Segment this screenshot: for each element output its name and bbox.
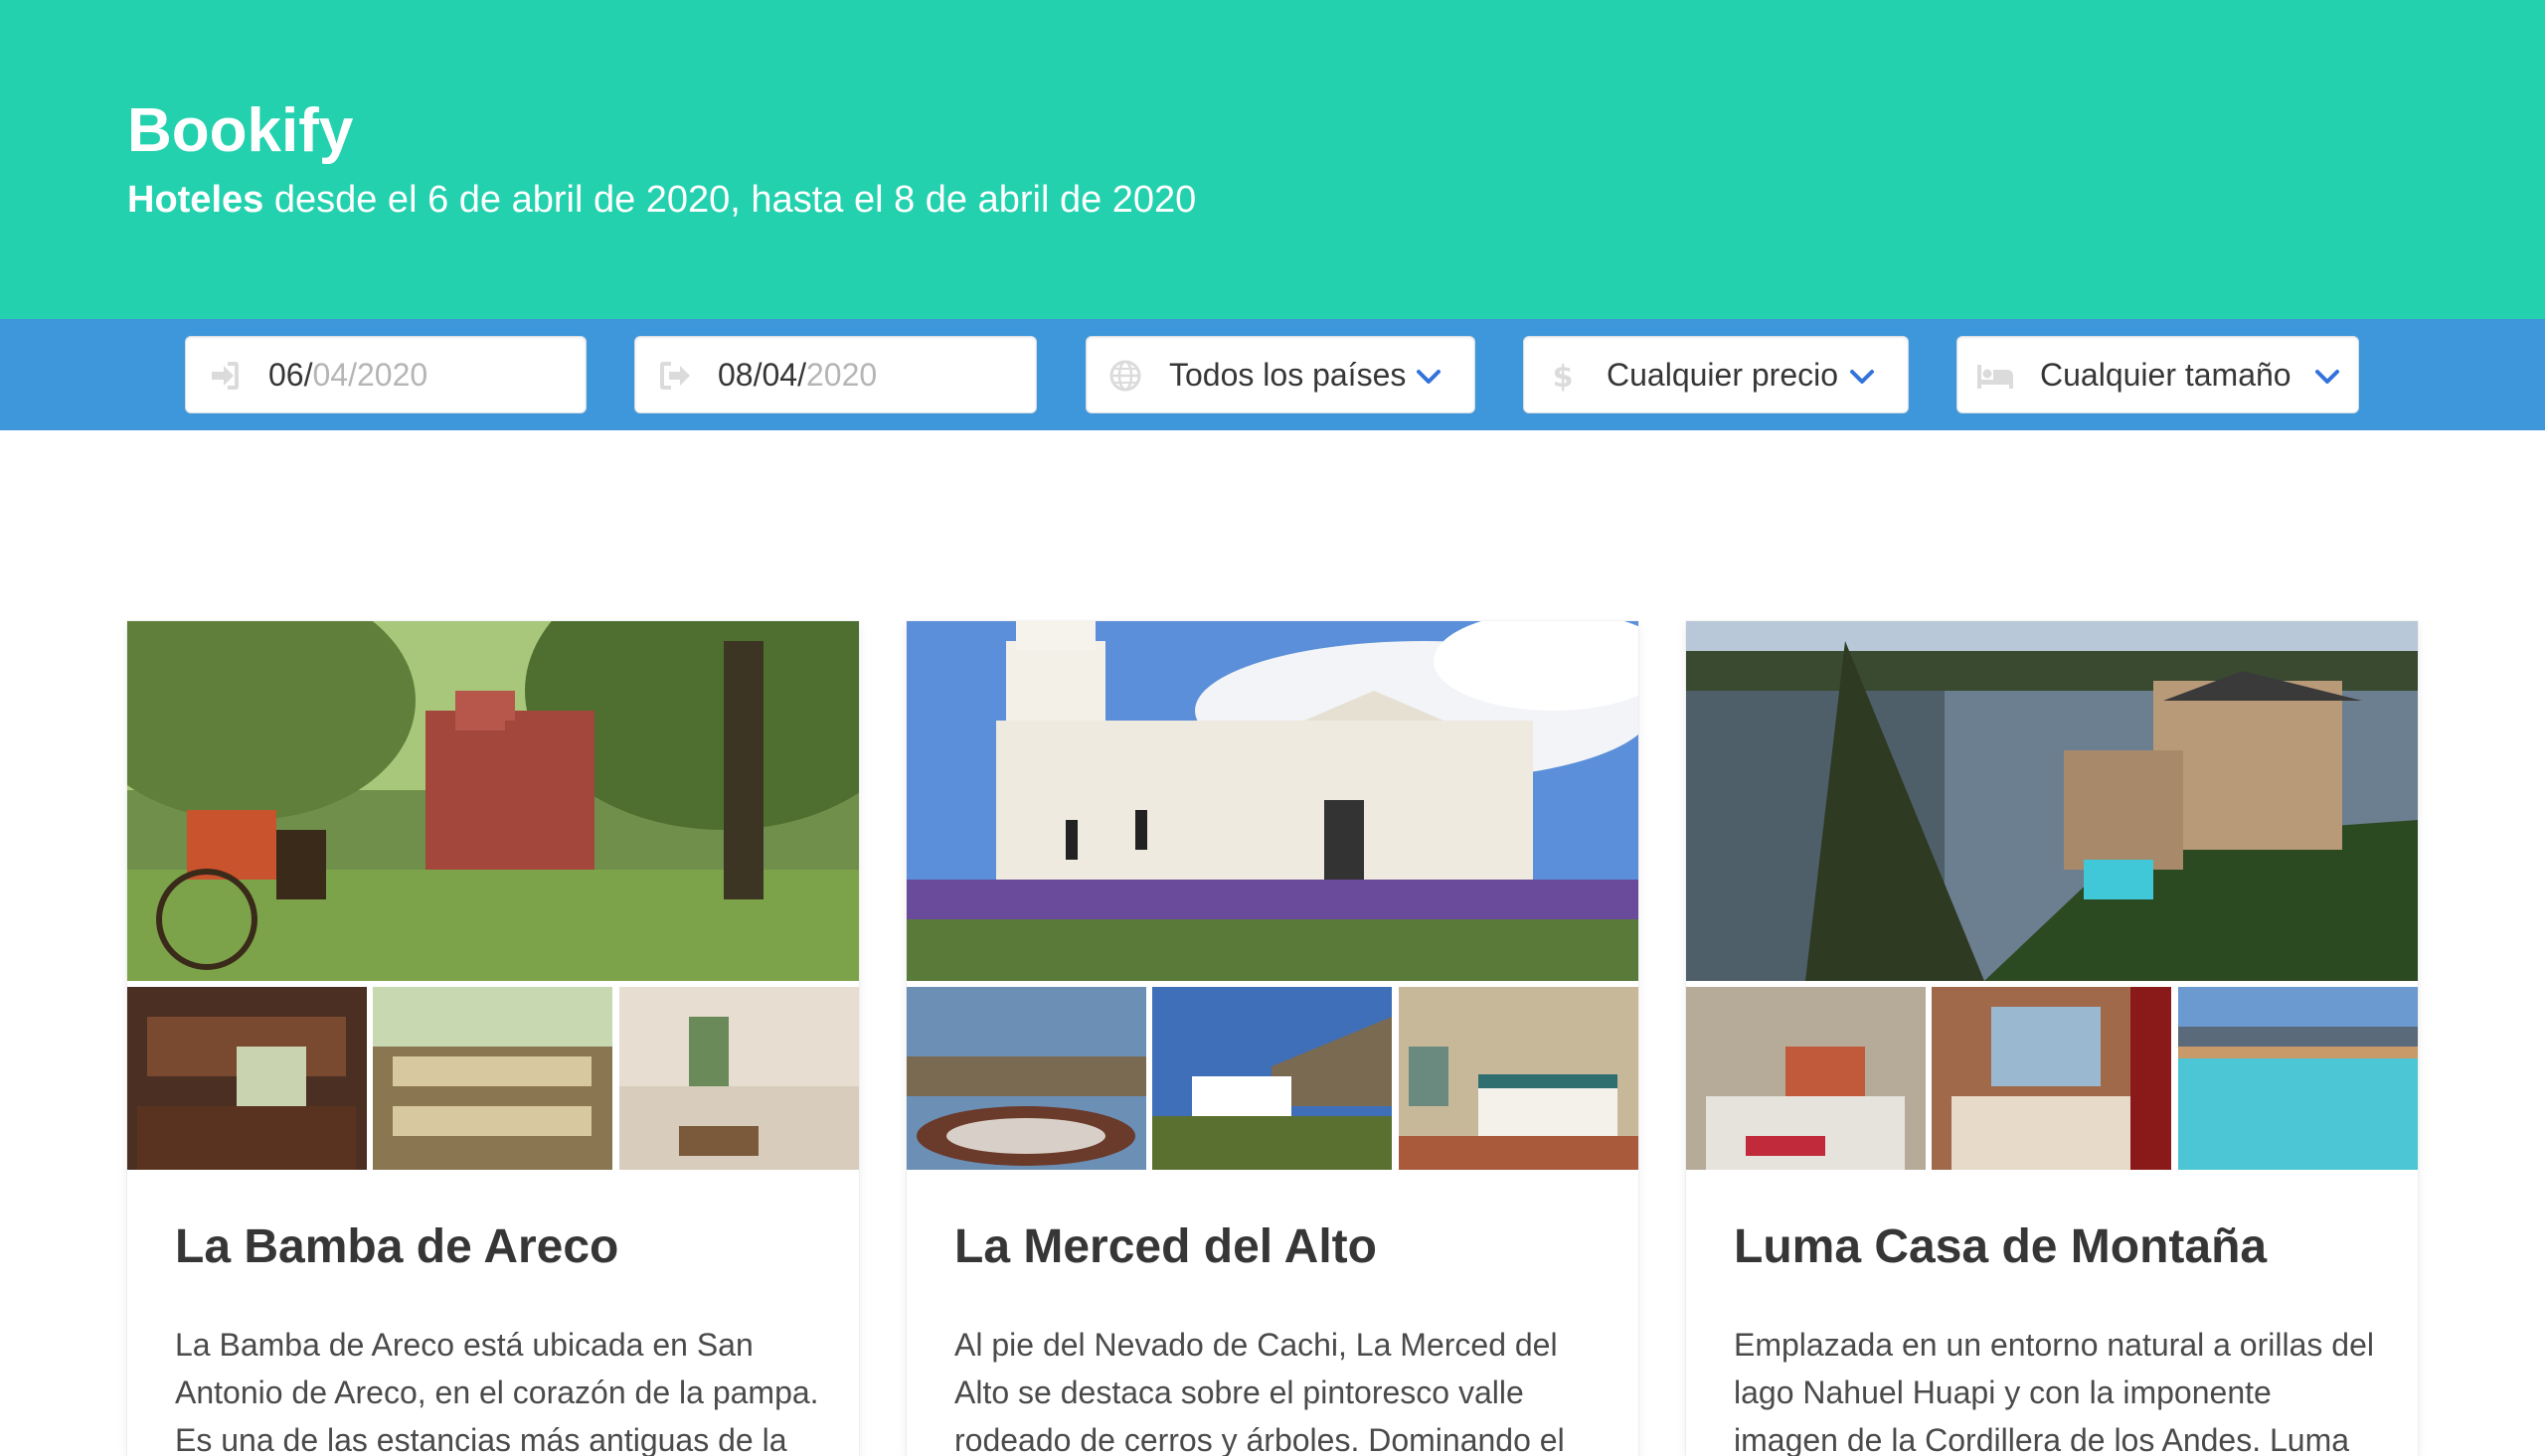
hotel-name[interactable]: Luma Casa de Montaña	[1734, 1217, 2267, 1277]
date-to-year: 2020	[805, 357, 878, 393]
hotel-thumb[interactable]	[1399, 987, 1638, 1170]
chevron-down-icon	[1417, 370, 1441, 384]
globe-icon	[1109, 360, 1141, 392]
hotel-thumb[interactable]	[619, 987, 859, 1170]
hero-subtitle: Hoteles desde el 6 de abril de 2020, has…	[127, 175, 1196, 225]
date-to-value: 08/04/2020	[718, 353, 877, 397]
price-select[interactable]: $ Cualquier precio	[1523, 336, 1909, 413]
subtitle-strong: Hoteles	[127, 179, 264, 221]
hotel-name[interactable]: La Merced del Alto	[954, 1217, 1377, 1277]
date-from-input[interactable]: 06/04/2020	[185, 336, 587, 413]
hotel-card[interactable]: La Merced del Alto Al pie del Nevado de …	[907, 621, 1638, 1456]
hotel-thumb[interactable]	[373, 987, 612, 1170]
hero-banner: Bookify Hoteles desde el 6 de abril de 2…	[0, 0, 2545, 319]
hotel-description: Emplazada en un entorno natural a orilla…	[1734, 1327, 2374, 1456]
hotel-description: La Bamba de Areco está ubicada en San An…	[175, 1327, 819, 1456]
date-from-rest: 04/2020	[312, 357, 428, 393]
date-to-input[interactable]: 08/04/2020	[634, 336, 1037, 413]
dollar-icon: $	[1553, 360, 1574, 393]
bed-icon	[1977, 365, 2013, 389]
hotel-main-photo	[127, 621, 859, 981]
hotel-description: Al pie del Nevado de Cachi, La Merced de…	[954, 1327, 1565, 1456]
svg-text:$: $	[1553, 360, 1574, 393]
subtitle-dates: desde el 6 de abril de 2020, hasta el 8 …	[263, 179, 1197, 221]
date-from-day: 06/	[268, 357, 313, 393]
hotel-thumb[interactable]	[2178, 987, 2418, 1170]
date-to-day-month: 08/04/	[718, 357, 806, 393]
hotel-thumb[interactable]	[127, 987, 367, 1170]
hotel-card[interactable]: La Bamba de Areco La Bamba de Areco está…	[127, 621, 859, 1456]
sign-out-icon	[660, 362, 690, 390]
size-select[interactable]: Cualquier tamaño	[1956, 336, 2359, 413]
hotel-name[interactable]: La Bamba de Areco	[175, 1217, 618, 1277]
filter-bar: 06/04/2020 08/04/2020 Todos los países $…	[0, 319, 2545, 430]
hotel-thumb[interactable]	[1152, 987, 1392, 1170]
chevron-down-icon	[1850, 370, 1874, 384]
hotel-thumb[interactable]	[907, 987, 1146, 1170]
chevron-down-icon	[2315, 370, 2339, 384]
country-value: Todos los países	[1169, 357, 1407, 393]
hotel-thumb[interactable]	[1932, 987, 2171, 1170]
country-select[interactable]: Todos los países	[1086, 336, 1475, 413]
hotel-main-photo	[907, 621, 1638, 981]
hotel-main-photo	[1686, 621, 2418, 981]
app-title: Bookify	[127, 96, 354, 165]
hotel-thumb[interactable]	[1686, 987, 1926, 1170]
size-value: Cualquier tamaño	[2040, 357, 2291, 393]
price-value: Cualquier precio	[1607, 357, 1839, 393]
sign-in-icon	[212, 362, 239, 390]
date-from-value: 06/04/2020	[268, 353, 427, 397]
hotel-card[interactable]: Luma Casa de Montaña Emplazada en un ent…	[1686, 621, 2418, 1456]
